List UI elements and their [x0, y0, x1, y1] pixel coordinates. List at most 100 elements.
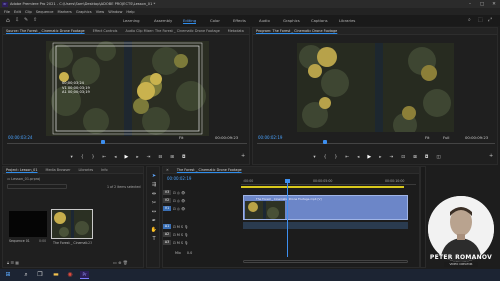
menu-sequence[interactable]: Sequence	[36, 10, 54, 14]
source-playhead[interactable]	[101, 140, 105, 144]
program-step-back-icon[interactable]: ◂	[357, 155, 359, 160]
timeline-zoom-scrollbar[interactable]	[243, 260, 408, 263]
menu-markers[interactable]: Markers	[58, 10, 72, 14]
task-view-icon[interactable]: ❐	[36, 271, 44, 279]
lift-icon[interactable]: ⊡	[401, 155, 405, 160]
timeline-playhead-handle[interactable]	[285, 179, 290, 183]
timeline-timecode[interactable]: 00:00:02:19	[167, 176, 191, 181]
tab-media-browser[interactable]: Media Browser	[46, 168, 71, 172]
overwrite-icon[interactable]: ⊞	[170, 155, 174, 160]
tab-effect-controls[interactable]: Effect Controls	[93, 29, 118, 33]
menu-graphics[interactable]: Graphics	[76, 10, 92, 14]
search-icon[interactable]: ⌕	[468, 17, 474, 23]
tab-program[interactable]: Program: The Forest _ Cinematic Drone Fo…	[256, 29, 337, 33]
source-fit-select[interactable]: Fit	[179, 135, 183, 140]
workspace-color[interactable]: Color	[210, 18, 220, 23]
track-a2-controls-icon[interactable]: ⊡ M S 🎙︎	[173, 233, 188, 237]
search-taskbar-icon[interactable]: ⌕	[22, 271, 30, 279]
video-clip[interactable]: The Forest _ Cinematic Drone Footage.mp4…	[243, 195, 408, 220]
audio-clip[interactable]	[243, 222, 408, 229]
program-video-frame[interactable]	[297, 43, 454, 132]
clip-thumbnail[interactable]	[51, 209, 93, 239]
timeline-playhead[interactable]	[287, 181, 288, 257]
hand-tool-icon[interactable]: ✋	[150, 226, 158, 235]
minimize-icon[interactable]: –	[465, 0, 475, 8]
track-v2-lock-icon[interactable]: ⊡ ◎ 👁︎	[173, 199, 185, 203]
selection-tool-icon[interactable]: ➤	[150, 172, 158, 181]
sequence-item-name[interactable]: Sequence 01	[9, 239, 30, 243]
program-playhead[interactable]	[323, 140, 327, 144]
track-select-tool-icon[interactable]: ⇶	[150, 181, 158, 190]
program-fit-select[interactable]: Fit	[425, 135, 429, 140]
clip-item-name[interactable]: The Forest _ Cinema...	[53, 241, 89, 245]
menu-window[interactable]: Window	[108, 10, 122, 14]
menu-help[interactable]: Help	[126, 10, 134, 14]
premiere-icon[interactable]: Pr	[80, 271, 89, 279]
ripple-edit-tool-icon[interactable]: ⇹	[150, 190, 158, 199]
tab-metadata[interactable]: Metadata	[228, 29, 244, 33]
program-step-forward-icon[interactable]: ▸	[379, 155, 381, 160]
source-timecode[interactable]: 00:00:03:24	[8, 135, 32, 140]
track-a1-label[interactable]: A1	[163, 224, 171, 229]
program-play-icon[interactable]: ▶	[367, 154, 371, 160]
extract-icon[interactable]: ⊠	[413, 155, 417, 160]
program-scrubber[interactable]	[257, 143, 495, 144]
time-ruler[interactable]	[241, 184, 416, 185]
track-a3-controls-icon[interactable]: ⊡ M S 🎙︎	[173, 241, 188, 245]
source-add-button-icon[interactable]: +	[241, 153, 245, 159]
lock-icon[interactable]: 🔒︎	[7, 260, 9, 265]
home-icon[interactable]: ⌂	[6, 17, 13, 24]
go-to-out-icon[interactable]: ⇥	[147, 155, 151, 160]
track-a1-controls-icon[interactable]: ⊡ M S 🎙︎	[173, 225, 188, 229]
trash-icon[interactable]: 🗑︎	[123, 260, 128, 265]
program-timecode[interactable]: 00:00:02:19	[258, 135, 282, 140]
chrome-icon[interactable]: ◉	[66, 271, 74, 279]
mark-in-icon[interactable]: ▾	[70, 155, 72, 160]
workspace-captions[interactable]: Captions	[311, 18, 328, 23]
insert-icon[interactable]: ⊟	[158, 155, 162, 160]
mark-in-bracket-icon[interactable]: {	[81, 155, 84, 160]
track-a2-label[interactable]: A2	[163, 232, 171, 237]
workspace-editing[interactable]: Editing	[183, 18, 197, 24]
compare-icon[interactable]: ◫	[436, 155, 440, 160]
track-v3-label[interactable]: V3	[163, 190, 171, 195]
type-tool-icon[interactable]: T	[150, 235, 158, 244]
tab-source[interactable]: Source: The Forest _ Cinematic Drone Foo…	[6, 29, 85, 33]
tab-timeline-sequence[interactable]: The Forest _ Cinematic Drone Footage	[177, 168, 242, 172]
program-full-select[interactable]: Full	[443, 135, 450, 140]
tab-audio-clip-mixer[interactable]: Audio Clip Mixer: The Forest _ Cinematic…	[125, 29, 219, 33]
quick-export-icon[interactable]: ⬚	[478, 17, 484, 23]
track-v1-lock-icon[interactable]: ⊡ ◎ 👁︎	[173, 207, 185, 211]
program-add-button-icon[interactable]: +	[489, 153, 493, 159]
program-camera-icon[interactable]: ◘	[425, 155, 429, 160]
workspace-libraries[interactable]: Libraries	[339, 18, 355, 23]
go-to-in-icon[interactable]: ⇤	[102, 155, 106, 160]
tab-libraries[interactable]: Libraries	[79, 168, 94, 172]
work-area-bar[interactable]	[241, 186, 404, 188]
edit-icon[interactable]: ✎	[24, 17, 30, 23]
workspace-assembly[interactable]: Assembly	[154, 18, 172, 23]
program-mark-out-bracket-icon[interactable]: }	[334, 155, 337, 160]
maximize-icon[interactable]: □	[477, 0, 487, 8]
icon-view-icon[interactable]: ▦	[15, 260, 19, 265]
workspace-effects[interactable]: Effects	[233, 18, 246, 23]
workspace-graphics[interactable]: Graphics	[283, 18, 300, 23]
track-v3-lock-icon[interactable]: ⊡ ◎ 👁︎	[173, 191, 185, 195]
list-view-icon[interactable]: ☰	[10, 260, 14, 265]
close-icon[interactable]: ✕	[489, 0, 499, 8]
timeline-close-icon[interactable]: ✕	[166, 168, 169, 172]
new-item-icon[interactable]: ⊕	[118, 260, 121, 265]
program-mark-in-bracket-icon[interactable]: {	[324, 155, 327, 160]
camera-icon[interactable]: ◘	[182, 155, 186, 160]
track-v1-label[interactable]: V1	[163, 206, 171, 211]
workspace-audio[interactable]: Audio	[259, 18, 270, 23]
program-mark-in-icon[interactable]: ▾	[313, 155, 315, 160]
menu-file[interactable]: File	[4, 10, 10, 14]
menu-clip[interactable]: Clip	[25, 10, 32, 14]
windows-icon[interactable]: ⊞	[4, 271, 12, 279]
source-video-frame[interactable]: 00;00;03;24 V1 00;00;03;19 A1 00;00;03;1…	[46, 41, 209, 136]
step-back-icon[interactable]: ◂	[114, 155, 116, 160]
file-explorer-icon[interactable]: ▬	[52, 271, 60, 279]
menu-view[interactable]: View	[96, 10, 105, 14]
export-icon[interactable]: ⇧	[33, 17, 39, 23]
